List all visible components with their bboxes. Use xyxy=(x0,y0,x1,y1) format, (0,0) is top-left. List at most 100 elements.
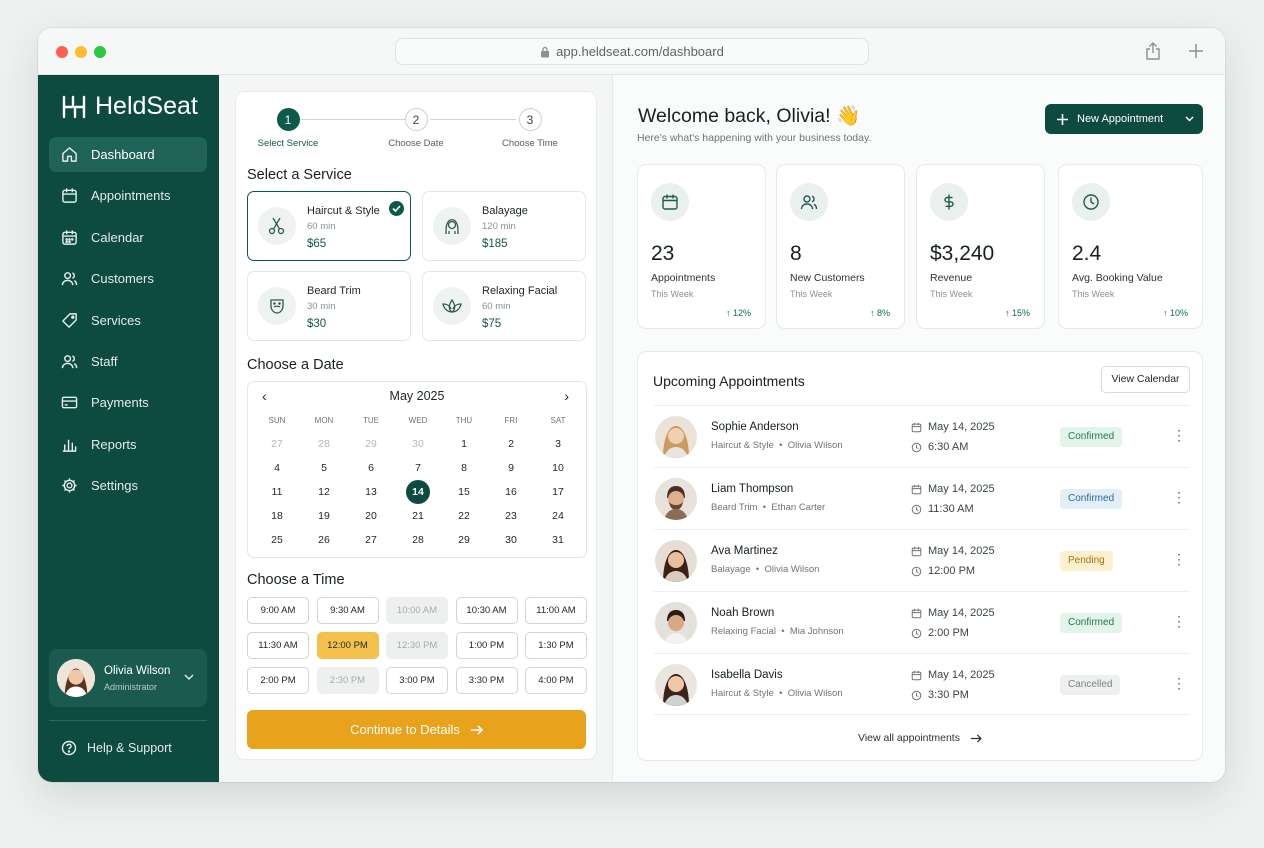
sidebar-item-dashboard[interactable]: Dashboard xyxy=(49,137,207,172)
calendar-day[interactable]: 26 xyxy=(312,528,336,552)
browser-window: app.heldseat.com/dashboard HeldSeat Dash… xyxy=(38,28,1225,782)
app-logo[interactable]: HeldSeat xyxy=(61,92,198,121)
stat-card-revenue[interactable]: $3,240 Revenue This Week ↑ 15% xyxy=(916,164,1045,329)
time-slot-button[interactable]: 3:30 PM xyxy=(455,667,518,694)
time-slot-button[interactable]: 12:00 PM xyxy=(316,632,379,659)
more-options-icon[interactable]: ⋮ xyxy=(1172,490,1186,504)
calendar-day[interactable]: 15 xyxy=(452,480,476,504)
calendar-day[interactable]: 8 xyxy=(452,456,476,480)
more-options-icon[interactable]: ⋮ xyxy=(1172,676,1186,690)
sidebar-item-settings[interactable]: Settings xyxy=(49,468,207,503)
stat-period: This Week xyxy=(1072,289,1115,299)
service-card-beard-trim[interactable]: Beard Trim 30 min $30 xyxy=(247,271,411,341)
calendar-day[interactable]: 25 xyxy=(265,528,289,552)
calendar-day[interactable]: 27 xyxy=(359,528,383,552)
help-support-link[interactable]: Help & Support xyxy=(61,740,172,756)
service-card-haircut[interactable]: Haircut & Style 60 min $65 xyxy=(247,191,411,261)
stat-card-avg-booking[interactable]: 2.4 Avg. Booking Value This Week ↑ 10% xyxy=(1058,164,1203,329)
time-slot-button[interactable]: 1:00 PM xyxy=(455,632,518,659)
calendar-day[interactable]: 9 xyxy=(499,456,523,480)
calendar-day[interactable]: 4 xyxy=(265,456,289,480)
maximize-window-button[interactable] xyxy=(94,46,106,58)
appointment-row[interactable]: Isabella Davis Haircut & Style • Olivia … xyxy=(653,653,1190,715)
more-options-icon[interactable]: ⋮ xyxy=(1172,428,1186,442)
calendar-day[interactable]: 12 xyxy=(312,480,336,504)
sidebar-item-appointments[interactable]: Appointments xyxy=(49,178,207,213)
calendar-day[interactable]: 16 xyxy=(499,480,523,504)
sidebar-item-staff[interactable]: Staff xyxy=(49,344,207,379)
stat-card-new-customers[interactable]: 8 New Customers This Week ↑ 8% xyxy=(776,164,905,329)
calendar-day[interactable]: 6 xyxy=(359,456,383,480)
service-duration: 30 min xyxy=(307,301,336,312)
sidebar-item-reports[interactable]: Reports xyxy=(49,427,207,462)
calendar-day[interactable]: 19 xyxy=(312,504,336,528)
service-card-balayage[interactable]: Balayage 120 min $185 xyxy=(422,191,586,261)
calendar-day[interactable]: 22 xyxy=(452,504,476,528)
calendar-day[interactable]: 14 xyxy=(406,480,430,504)
calendar-day[interactable]: 30 xyxy=(499,528,523,552)
view-all-appointments-link[interactable]: View all appointments xyxy=(638,732,1202,744)
appointment-row[interactable]: Sophie Anderson Haircut & Style • Olivia… xyxy=(653,405,1190,467)
time-slot-button[interactable]: 10:30 AM xyxy=(455,597,518,624)
time-slot-button[interactable]: 3:00 PM xyxy=(386,667,448,694)
calendar-day[interactable]: 11 xyxy=(265,480,289,504)
sidebar-item-customers[interactable]: Customers xyxy=(49,261,207,296)
stat-label: Avg. Booking Value xyxy=(1072,272,1163,284)
minimize-window-button[interactable] xyxy=(75,46,87,58)
more-options-icon[interactable]: ⋮ xyxy=(1172,552,1186,566)
status-badge: Confirmed xyxy=(1060,427,1123,447)
new-appointment-button[interactable]: New Appointment xyxy=(1045,104,1203,134)
calendar-day[interactable]: 3 xyxy=(546,432,570,456)
step-select-service[interactable]: 1 Select Service xyxy=(253,108,323,149)
calendar-day[interactable]: 28 xyxy=(406,528,430,552)
step-choose-time[interactable]: 3 Choose Time xyxy=(495,108,565,149)
calendar-day[interactable]: 29 xyxy=(452,528,476,552)
clock-icon xyxy=(911,690,922,700)
calendar-day[interactable]: 29 xyxy=(359,432,383,456)
time-slot-button[interactable]: 9:30 AM xyxy=(316,597,379,624)
time-slot-button: 10:00 AM xyxy=(386,597,448,624)
service-price: $185 xyxy=(482,238,508,250)
calendar-day[interactable]: 28 xyxy=(312,432,336,456)
sidebar-item-payments[interactable]: Payments xyxy=(49,385,207,420)
time-slot-button[interactable]: 2:00 PM xyxy=(247,667,309,694)
view-calendar-button[interactable]: View Calendar xyxy=(1101,366,1190,393)
appointment-row[interactable]: Liam Thompson Beard Trim • Ethan Carter … xyxy=(653,467,1190,529)
stat-card-appointments[interactable]: 23 Appointments This Week ↑ 12% xyxy=(637,164,766,329)
sidebar-item-services[interactable]: Services xyxy=(49,303,207,338)
calendar-day[interactable]: 10 xyxy=(546,456,570,480)
calendar-day[interactable]: 17 xyxy=(546,480,570,504)
calendar-day[interactable]: 20 xyxy=(359,504,383,528)
new-tab-icon[interactable] xyxy=(1186,41,1206,61)
calendar-day[interactable]: 31 xyxy=(546,528,570,552)
calendar-day[interactable]: 27 xyxy=(265,432,289,456)
time-slot-button[interactable]: 11:00 AM xyxy=(525,597,587,624)
share-icon[interactable] xyxy=(1143,41,1163,61)
calendar-day[interactable]: 18 xyxy=(265,504,289,528)
close-window-button[interactable] xyxy=(56,46,68,58)
new-appointment-dropdown[interactable] xyxy=(1175,104,1203,134)
more-options-icon[interactable]: ⋮ xyxy=(1172,614,1186,628)
continue-button[interactable]: Continue to Details xyxy=(247,710,586,749)
time-slot-button[interactable]: 11:30 AM xyxy=(247,632,309,659)
time-slot-button[interactable]: 4:00 PM xyxy=(525,667,587,694)
calendar-day[interactable]: 23 xyxy=(499,504,523,528)
calendar-day[interactable]: 24 xyxy=(546,504,570,528)
calendar-day[interactable]: 5 xyxy=(312,456,336,480)
calendar-day[interactable]: 1 xyxy=(452,432,476,456)
step-choose-date[interactable]: 2 Choose Date xyxy=(381,108,451,149)
next-month-button[interactable]: › xyxy=(564,388,569,404)
time-slot-button[interactable]: 9:00 AM xyxy=(247,597,309,624)
calendar-day[interactable]: 7 xyxy=(406,456,430,480)
service-card-relaxing-facial[interactable]: Relaxing Facial 60 min $75 xyxy=(422,271,586,341)
calendar-day[interactable]: 30 xyxy=(406,432,430,456)
sidebar-item-calendar[interactable]: Calendar xyxy=(49,220,207,255)
calendar-day[interactable]: 13 xyxy=(359,480,383,504)
time-slot-button[interactable]: 1:30 PM xyxy=(525,632,587,659)
calendar-day[interactable]: 2 xyxy=(499,432,523,456)
calendar-day[interactable]: 21 xyxy=(406,504,430,528)
address-bar[interactable]: app.heldseat.com/dashboard xyxy=(395,38,869,65)
user-profile-card[interactable]: Olivia Wilson Administrator xyxy=(49,649,207,707)
appointment-row[interactable]: Noah Brown Relaxing Facial • Mia Johnson… xyxy=(653,591,1190,653)
appointment-row[interactable]: Ava Martinez Balayage • Olivia Wilson Ma… xyxy=(653,529,1190,591)
